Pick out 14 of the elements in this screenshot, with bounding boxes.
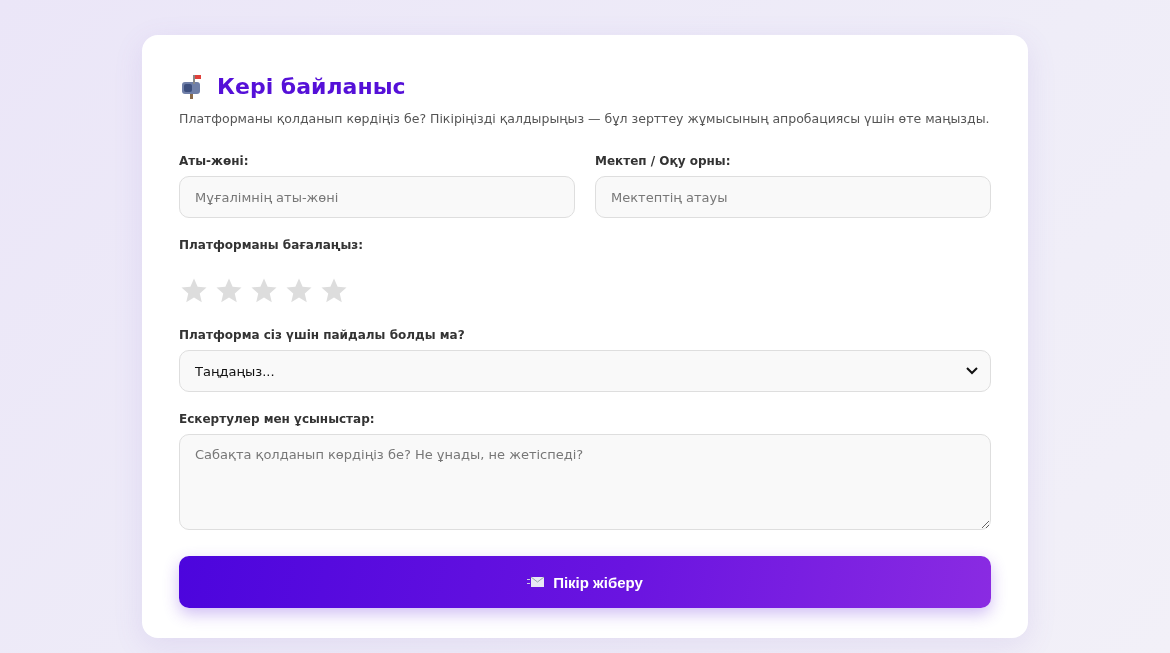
field-label: Аты-жөні: [179,154,250,168]
useful-select[interactable]: Таңдаңыз... [179,350,991,392]
field-label: Платформаны бағалаңыз: [179,238,365,252]
page-title: Кері байланыс [217,73,406,99]
chevron-down-icon [966,367,978,375]
envelope-icon [527,576,546,588]
name-input-field[interactable]: Мұғалімнің аты-жөні [179,176,575,218]
page-subtitle: Платформаны қолданып көрдіңіз бе? Пікіріңізді қалдырыңыз — бұл зерттеу жұмысының апробациясы үшін өте маңызды. [179,111,991,126]
submit-button[interactable]: Пікір жіберу [179,556,991,608]
field-label: Ескертулер мен ұсыныстар: [179,412,376,426]
field-label: Мектеп / Оқу орны: [595,154,732,168]
field-label: Платформа сіз үшін пайдалы болды ма? [179,328,466,342]
comments-field[interactable]: Сабақта қолданып көрдіңіз бе? Не ұнады, не жетіспеді? [179,434,991,530]
school-input-field[interactable]: Мектептің атауы [595,176,991,218]
